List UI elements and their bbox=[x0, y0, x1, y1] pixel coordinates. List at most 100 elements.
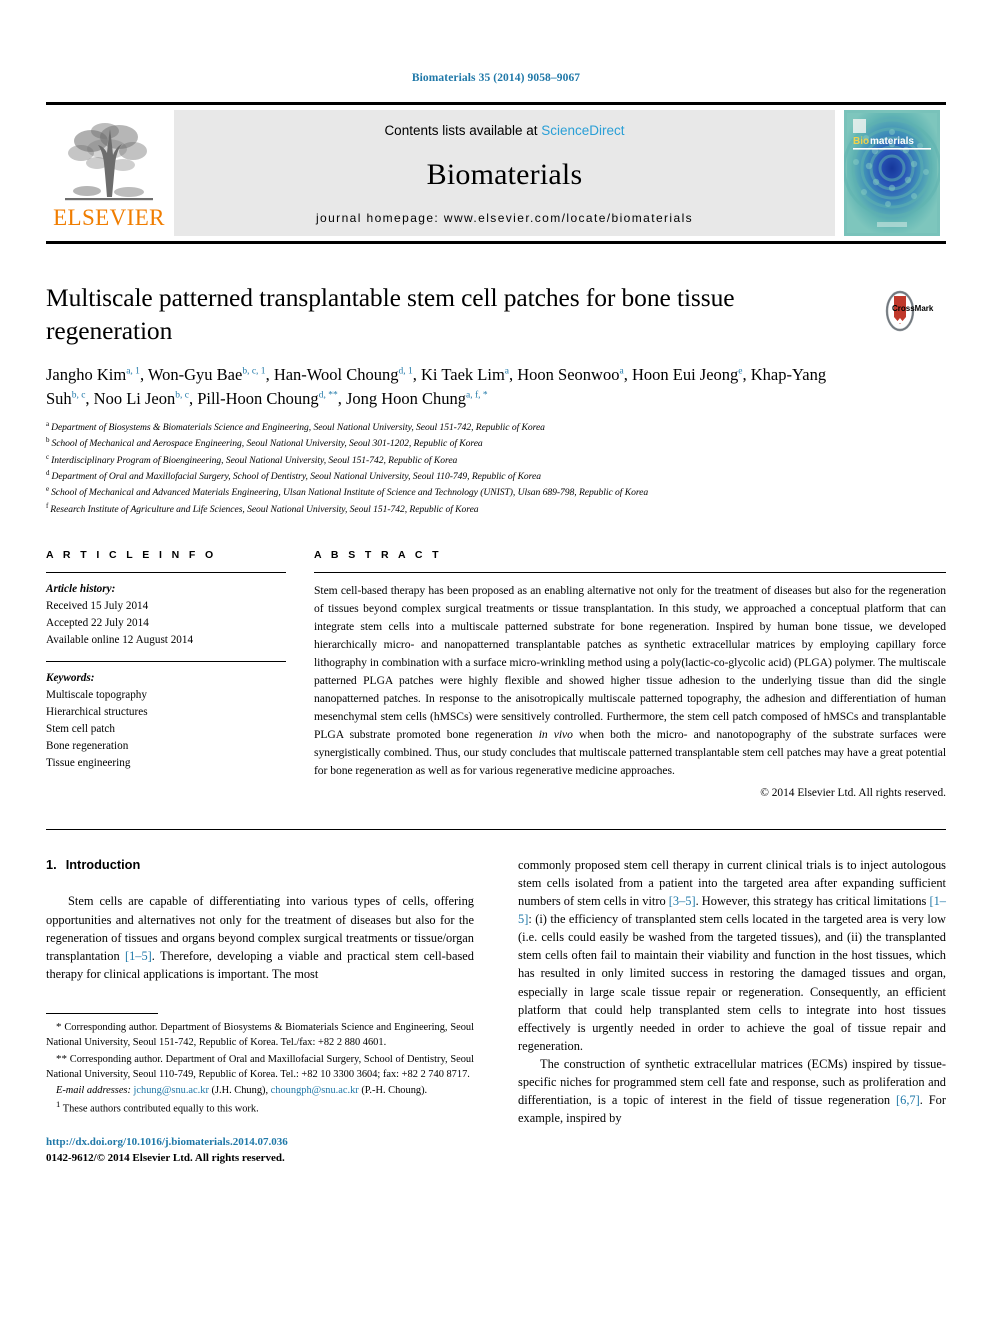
section-title: Introduction bbox=[65, 856, 141, 872]
section-heading-introduction: 1. Introduction bbox=[46, 856, 474, 875]
paragraph: Stem cells are capable of differentiatin… bbox=[46, 892, 474, 983]
crossmark-label: CrossMark bbox=[892, 304, 934, 313]
email-owner-1: (J.H. Chung), bbox=[208, 1084, 271, 1096]
paragraph: The construction of synthetic extracellu… bbox=[518, 1055, 946, 1127]
crossmark-badge[interactable]: CrossMark bbox=[854, 282, 946, 347]
affiliation-line: e School of Mechanical and Advanced Mater… bbox=[46, 485, 649, 499]
cover-title-a: Bio bbox=[853, 136, 869, 147]
author-name: Han-Wool Choung bbox=[273, 365, 399, 385]
keyword-item: Bone regeneration bbox=[46, 740, 129, 753]
footnote-corresponding-1: * Corresponding author. Department of Bi… bbox=[46, 1019, 474, 1051]
affiliation-line: c Interdisciplinary Program of Bioenginee… bbox=[46, 452, 458, 466]
footnote-text: These authors contributed equally to thi… bbox=[60, 1103, 259, 1115]
author-name: Won-Gyu Bae bbox=[147, 365, 243, 385]
journal-cover-image: Bio materials bbox=[844, 110, 940, 236]
affiliation-key: d bbox=[46, 469, 50, 478]
article-history-block: Article history: Received 15 July 2014 Ac… bbox=[46, 573, 286, 649]
journal-cover-thumbnail: Bio materials bbox=[838, 105, 946, 241]
citation-ref[interactable]: [1–5] bbox=[125, 949, 152, 963]
author-name: Pill-Hoon Choung bbox=[197, 388, 319, 408]
article-history-item: Available online 12 August 2014 bbox=[46, 634, 194, 647]
abstract-part1: Stem cell-based therapy has been propose… bbox=[314, 584, 946, 741]
italic-term: in vitro bbox=[629, 894, 666, 909]
email-owner-2: (P.-H. Choung). bbox=[358, 1084, 428, 1096]
elsevier-tree-icon bbox=[65, 123, 153, 201]
body-column-right: commonly proposed stem cell therapy in c… bbox=[496, 856, 946, 1167]
doi-block: http://dx.doi.org/10.1016/j.biomaterials… bbox=[46, 1135, 474, 1167]
affiliation-key: c bbox=[46, 452, 50, 461]
author-affiliation-marker: d, ** bbox=[318, 390, 338, 401]
journal-title: Biomaterials bbox=[426, 157, 583, 191]
title-row: Multiscale patterned transplantable stem… bbox=[46, 282, 946, 347]
article-info-heading: A R T I C L E I N F O bbox=[46, 549, 217, 562]
article-body: 1. Introduction Stem cells are capable of… bbox=[46, 856, 946, 1167]
info-abstract-row: A R T I C L E I N F O Article history: R… bbox=[46, 549, 946, 799]
footnote-corresponding-2: ** Corresponding author. Department of O… bbox=[46, 1051, 474, 1083]
elsevier-logo: ELSEVIER bbox=[46, 105, 172, 241]
paragraph: commonly proposed stem cell therapy in c… bbox=[518, 856, 946, 1055]
article-page: Biomaterials 35 (2014) 9058–9067 ELSEVIE… bbox=[0, 0, 992, 1323]
paragraph-text: . However, this strategy has critical li… bbox=[695, 894, 930, 909]
abstract-copyright: © 2014 Elsevier Ltd. All rights reserved… bbox=[760, 786, 946, 799]
affiliation-line: f Research Institute of Agriculture and L… bbox=[46, 501, 479, 515]
author-list: Jangho Kima, 1, Won-Gyu Baeb, c, 1, Han-… bbox=[46, 365, 827, 408]
affiliation-key: f bbox=[46, 501, 49, 510]
issn-copyright-line: 0142-9612/© 2014 Elsevier Ltd. All right… bbox=[46, 1151, 285, 1164]
keywords-block: Keywords: Multiscale topography Hierarchi… bbox=[46, 662, 286, 772]
footnote-divider bbox=[46, 1013, 158, 1015]
author-affiliation-marker: b, c bbox=[71, 390, 86, 401]
citation-ref[interactable]: [6,7] bbox=[896, 1093, 920, 1107]
author-name: Jangho Kim bbox=[46, 365, 127, 385]
author-affiliation-marker: a bbox=[619, 366, 624, 377]
affiliation-line: b School of Mechanical and Aerospace Engi… bbox=[46, 436, 483, 450]
author-affiliation-marker: e bbox=[738, 366, 743, 377]
journal-masthead: ELSEVIER Contents lists available at Sci… bbox=[46, 102, 946, 244]
affiliation-key: e bbox=[46, 485, 50, 494]
keyword-item: Hierarchical structures bbox=[46, 706, 148, 719]
email-link-chung[interactable]: jchung@snu.ac.kr bbox=[134, 1085, 209, 1096]
keywords-label: Keywords: bbox=[46, 672, 95, 685]
journal-homepage-link[interactable]: journal homepage: www.elsevier.com/locat… bbox=[316, 211, 693, 225]
keyword-item: Tissue engineering bbox=[46, 757, 131, 770]
divider bbox=[46, 828, 946, 830]
affiliation-key: b bbox=[46, 436, 50, 445]
section-number: 1. bbox=[46, 856, 57, 872]
email-link-choung[interactable]: choungph@snu.ac.kr bbox=[271, 1085, 359, 1096]
footnote-text: Corresponding author. Department of Bios… bbox=[46, 1022, 474, 1049]
article-history-item: Received 15 July 2014 bbox=[46, 600, 149, 613]
author-name: Hoon Eui Jeong bbox=[631, 365, 739, 385]
article-history-label: Article history: bbox=[46, 583, 116, 596]
keyword-item: Multiscale topography bbox=[46, 689, 147, 702]
author-affiliation-marker: a, 1 bbox=[126, 366, 140, 377]
author-affiliation-marker: b, c, 1 bbox=[242, 366, 266, 377]
paragraph-text: : (i) the efficiency of transplanted ste… bbox=[518, 912, 946, 1053]
cover-title-b: materials bbox=[870, 136, 914, 147]
citation-ref[interactable]: [3–5] bbox=[669, 894, 696, 908]
article-history-item: Accepted 22 July 2014 bbox=[46, 617, 149, 630]
footnote-text: Corresponding author. Department of Oral… bbox=[46, 1053, 474, 1081]
affiliation-key: a bbox=[46, 420, 50, 429]
running-head: Biomaterials 35 (2014) 9058–9067 bbox=[411, 72, 581, 84]
affiliation-line: a Department of Biosystems & Biomaterials… bbox=[46, 420, 545, 434]
contents-prefix: Contents lists available at bbox=[384, 123, 542, 138]
abstract-heading: A B S T R A C T bbox=[314, 549, 442, 562]
footnote-block: * Corresponding author. Department of Bi… bbox=[46, 1013, 474, 1167]
abstract-column: A B S T R A C T Stem cell-based therapy … bbox=[314, 549, 946, 799]
author-affiliation-marker: a, f, * bbox=[466, 390, 488, 401]
article-info-column: A R T I C L E I N F O Article history: R… bbox=[46, 549, 314, 799]
doi-link[interactable]: http://dx.doi.org/10.1016/j.biomaterials… bbox=[46, 1135, 474, 1151]
affiliation-line: d Department of Oral and Maxillofacial Su… bbox=[46, 469, 541, 483]
author-affiliation-marker: b, c bbox=[175, 390, 189, 401]
author-name: Noo Li Jeon bbox=[93, 388, 176, 408]
footnote-emails: E-mail addresses: jchung@snu.ac.kr (J.H.… bbox=[46, 1083, 474, 1098]
body-column-left: 1. Introduction Stem cells are capable of… bbox=[46, 856, 496, 1167]
abstract-italic-term: in vivo bbox=[538, 727, 573, 741]
author-name: Jong Hoon Chung bbox=[345, 388, 467, 408]
page-title: Multiscale patterned transplantable stem… bbox=[46, 283, 735, 345]
affiliation-list: a Department of Biosystems & Biomaterials… bbox=[46, 419, 946, 517]
footnote-marker: ** bbox=[56, 1052, 67, 1065]
sciencedirect-link[interactable]: ScienceDirect bbox=[541, 123, 624, 138]
keyword-item: Stem cell patch bbox=[46, 723, 115, 736]
author-name: Hoon Seonwoo bbox=[517, 365, 620, 385]
elsevier-wordmark: ELSEVIER bbox=[53, 205, 165, 230]
